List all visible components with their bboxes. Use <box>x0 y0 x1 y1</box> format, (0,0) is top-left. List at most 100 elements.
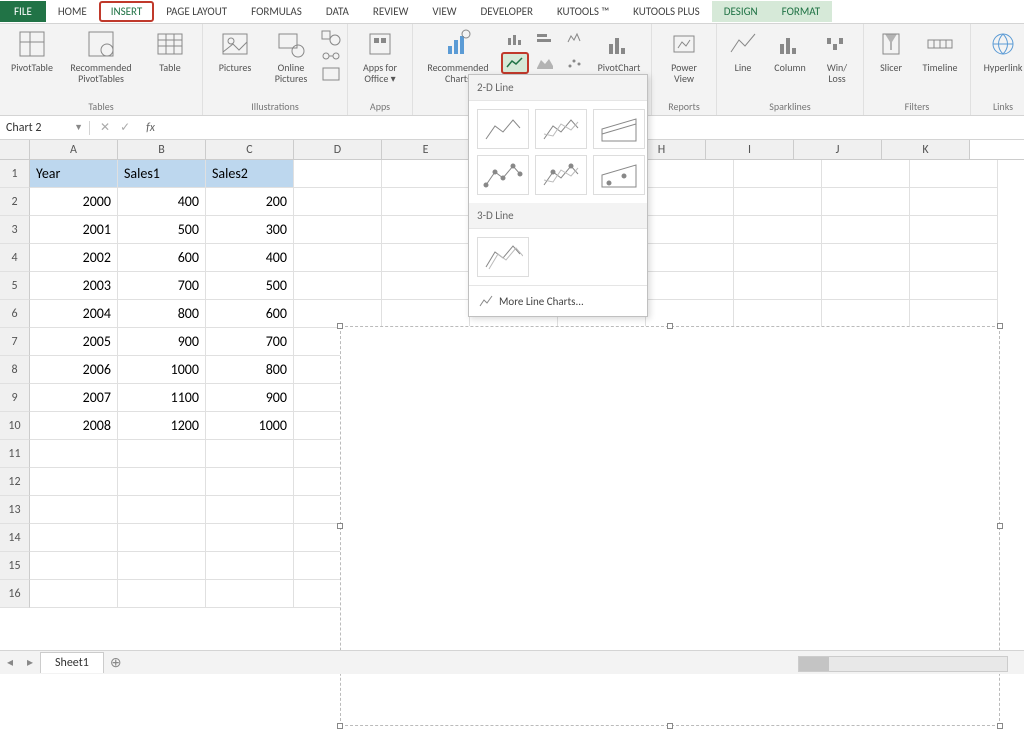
cell[interactable] <box>646 216 734 244</box>
cell[interactable]: 600 <box>206 300 294 328</box>
cell[interactable] <box>206 524 294 552</box>
tab-design[interactable]: DESIGN <box>712 1 770 22</box>
cell[interactable] <box>910 188 998 216</box>
shapes-stack[interactable] <box>321 28 341 84</box>
cell[interactable]: Year <box>30 160 118 188</box>
cell[interactable]: 500 <box>206 272 294 300</box>
cell[interactable] <box>910 272 998 300</box>
cell[interactable]: 400 <box>206 244 294 272</box>
line-chart-option-2[interactable] <box>535 109 587 149</box>
cell[interactable]: 600 <box>118 244 206 272</box>
col-header-a[interactable]: A <box>30 140 118 159</box>
row-header[interactable]: 16 <box>0 580 30 608</box>
sheet-nav-prev[interactable]: ◂ <box>0 655 20 670</box>
cell[interactable] <box>294 188 382 216</box>
cell[interactable]: 2001 <box>30 216 118 244</box>
cell[interactable] <box>206 580 294 608</box>
sheet-nav-next[interactable]: ▸ <box>20 655 40 670</box>
cell[interactable]: Sales2 <box>206 160 294 188</box>
cell[interactable]: 2006 <box>30 356 118 384</box>
cell[interactable]: 300 <box>206 216 294 244</box>
cell[interactable]: 200 <box>206 188 294 216</box>
line-chart-option-3[interactable] <box>593 109 645 149</box>
col-header-d[interactable]: D <box>294 140 382 159</box>
cell[interactable] <box>382 188 470 216</box>
cell[interactable] <box>30 468 118 496</box>
cell[interactable]: 1000 <box>118 356 206 384</box>
add-sheet-button[interactable]: ⊕ <box>104 654 128 671</box>
cell[interactable] <box>382 160 470 188</box>
col-header-c[interactable]: C <box>206 140 294 159</box>
cell[interactable] <box>910 216 998 244</box>
tab-review[interactable]: REVIEW <box>361 1 421 22</box>
bar-chart-button[interactable] <box>531 28 559 50</box>
cell[interactable]: 1200 <box>118 412 206 440</box>
tab-home[interactable]: HOME <box>46 1 99 22</box>
cell[interactable] <box>294 216 382 244</box>
cell[interactable]: 2000 <box>30 188 118 216</box>
cell[interactable]: 2005 <box>30 328 118 356</box>
cell[interactable]: 900 <box>118 328 206 356</box>
cell[interactable]: 700 <box>118 272 206 300</box>
line-chart-button[interactable] <box>501 52 529 74</box>
timeline-button[interactable]: Timeline <box>916 28 964 73</box>
cancel-formula-icon[interactable]: ✕ <box>100 120 110 135</box>
sparkline-winloss-button[interactable]: Win/ Loss <box>817 28 857 84</box>
cell[interactable] <box>118 524 206 552</box>
cell[interactable] <box>206 468 294 496</box>
cell[interactable] <box>30 496 118 524</box>
cell[interactable]: 2008 <box>30 412 118 440</box>
more-line-charts[interactable]: More Line Charts... <box>469 285 647 316</box>
cell[interactable] <box>734 216 822 244</box>
recommended-pivot-button[interactable]: Recommended PivotTables <box>62 28 140 84</box>
cell[interactable] <box>118 496 206 524</box>
cell[interactable] <box>294 244 382 272</box>
cell[interactable] <box>118 552 206 580</box>
cell[interactable] <box>382 244 470 272</box>
row-header[interactable]: 12 <box>0 468 30 496</box>
cell[interactable]: 1100 <box>118 384 206 412</box>
col-header-e[interactable]: E <box>382 140 470 159</box>
cell[interactable] <box>646 160 734 188</box>
pivot-table-button[interactable]: PivotTable <box>6 28 58 84</box>
cell[interactable] <box>910 244 998 272</box>
cell[interactable] <box>206 440 294 468</box>
tab-format[interactable]: FORMAT <box>770 1 832 22</box>
hyperlink-button[interactable]: Hyperlink <box>977 28 1024 73</box>
row-header[interactable]: 11 <box>0 440 30 468</box>
row-header[interactable]: 14 <box>0 524 30 552</box>
line-chart-option-5[interactable] <box>535 155 587 195</box>
cell[interactable] <box>734 188 822 216</box>
tab-page-layout[interactable]: PAGE LAYOUT <box>154 1 239 22</box>
cell[interactable]: 800 <box>118 300 206 328</box>
horizontal-scrollbar[interactable] <box>798 656 1008 672</box>
cell[interactable]: 2007 <box>30 384 118 412</box>
row-header[interactable]: 13 <box>0 496 30 524</box>
cell[interactable]: 2004 <box>30 300 118 328</box>
row-header[interactable]: 5 <box>0 272 30 300</box>
tab-formulas[interactable]: FORMULAS <box>239 1 314 22</box>
row-header[interactable]: 9 <box>0 384 30 412</box>
row-header[interactable]: 7 <box>0 328 30 356</box>
cell[interactable]: Sales1 <box>118 160 206 188</box>
scatter-chart-button[interactable] <box>561 52 589 74</box>
cell[interactable]: 500 <box>118 216 206 244</box>
tab-view[interactable]: VIEW <box>420 1 468 22</box>
cell[interactable] <box>206 552 294 580</box>
power-view-button[interactable]: Power View <box>658 28 710 84</box>
slicer-button[interactable]: Slicer <box>870 28 912 73</box>
cell[interactable] <box>294 160 382 188</box>
sparkline-column-button[interactable]: Column <box>767 28 813 84</box>
sparkline-line-button[interactable]: Line <box>723 28 763 84</box>
cell[interactable]: 1000 <box>206 412 294 440</box>
cell[interactable] <box>822 160 910 188</box>
name-box[interactable]: Chart 2 ▼ <box>0 121 90 135</box>
cell[interactable] <box>822 216 910 244</box>
cell[interactable] <box>382 272 470 300</box>
row-header[interactable]: 6 <box>0 300 30 328</box>
area-chart-button[interactable] <box>531 52 559 74</box>
cell[interactable]: 2002 <box>30 244 118 272</box>
cell[interactable]: 800 <box>206 356 294 384</box>
table-button[interactable]: Table <box>144 28 196 84</box>
cell[interactable] <box>822 188 910 216</box>
